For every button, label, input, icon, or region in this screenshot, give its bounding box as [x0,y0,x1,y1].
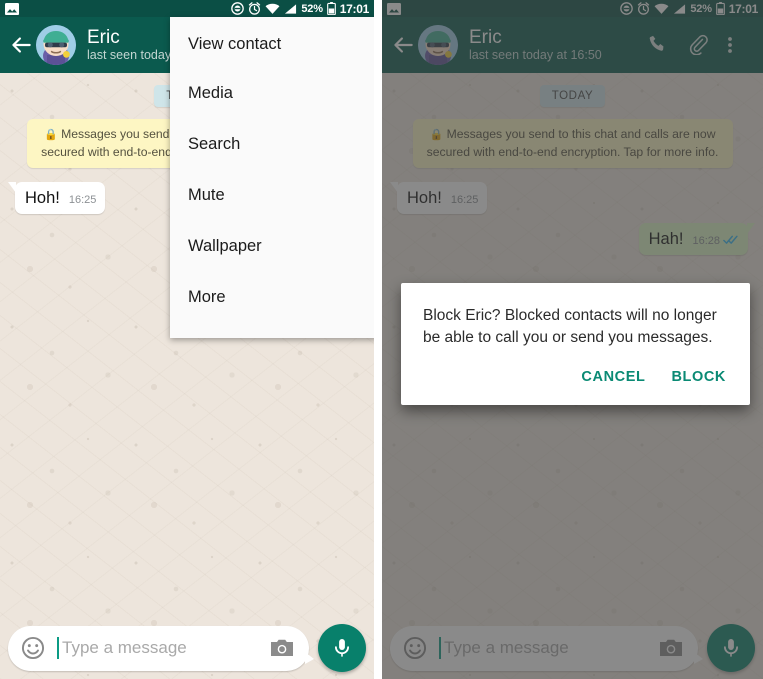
back-icon[interactable] [8,32,34,58]
emoji-icon[interactable] [20,635,46,661]
message-text: Hoh! [25,189,60,207]
message-bubble-incoming-left[interactable]: Hoh! 16:25 [7,182,106,214]
menu-item-wallpaper[interactable]: Wallpaper [170,221,374,272]
block-contact-dialog: Block Eric? Blocked contacts will no lon… [401,283,750,405]
block-button[interactable]: BLOCK [671,369,726,385]
screenshot-stage: TODAY 🔒 Messages you send to this chat a… [0,0,763,679]
image-icon [5,2,19,15]
contact-info-left[interactable]: Eric last seen today [87,27,171,63]
dialog-message: Block Eric? Blocked contacts will no lon… [423,307,717,346]
contact-status-left: last seen today [87,48,172,62]
overflow-menu[interactable]: View contact Media Search Mute Wallpaper… [170,17,374,338]
signal-icon [284,3,297,15]
battery-percent-left: 52% [301,2,323,15]
contact-name-left: Eric [87,27,120,48]
composer-left: Type a message [0,617,374,679]
text-cursor [57,637,59,659]
cancel-button[interactable]: CANCEL [581,369,645,385]
voice-record-button-left[interactable] [318,624,366,672]
mic-icon [335,639,349,657]
menu-item-media[interactable]: Media [170,68,374,119]
phone-panel-right: TODAY 🔒 Messages you send to this chat a… [382,0,763,679]
message-input-placeholder-left[interactable]: Type a message [62,638,269,658]
avatar[interactable] [36,25,76,65]
dialog-actions: CANCEL BLOCK [423,349,728,395]
wifi-icon [265,3,280,15]
camera-icon[interactable] [269,637,295,659]
message-time: 16:25 [68,194,97,206]
menu-item-more[interactable]: More [170,272,374,323]
alarm-icon [248,2,261,15]
menu-item-view-contact[interactable]: View contact [170,17,374,68]
phone-panel-left: TODAY 🔒 Messages you send to this chat a… [0,0,374,679]
do-not-disturb-icon [231,2,245,15]
battery-icon [326,2,336,16]
message-meta: 16:25 [69,194,97,206]
menu-item-mute[interactable]: Mute [170,170,374,221]
status-bar-left: 52% 17:01 [0,0,374,17]
menu-item-search[interactable]: Search [170,119,374,170]
message-input-bar-left[interactable]: Type a message [8,625,314,671]
lock-icon: 🔒 [43,129,58,141]
panel-divider [374,0,382,679]
clock-left: 17:01 [339,1,370,16]
